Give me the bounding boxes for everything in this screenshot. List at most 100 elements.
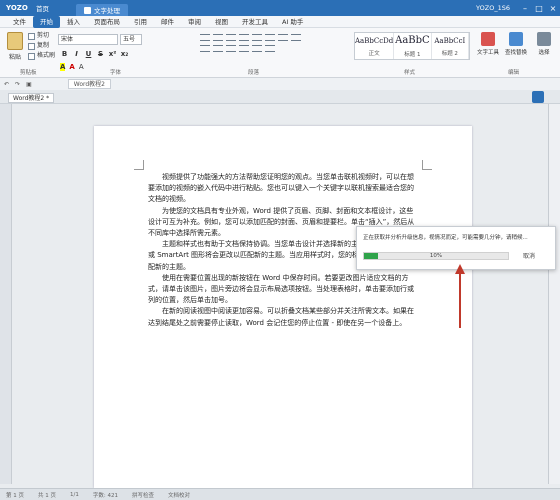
paste-button[interactable]: 粘贴 <box>4 32 26 61</box>
right-sidebar <box>548 104 560 484</box>
progress-text: 10% <box>429 253 443 259</box>
brush-icon <box>28 52 35 60</box>
status-proofing[interactable]: 文档校对 <box>168 491 190 499</box>
bullets-icon[interactable] <box>200 34 210 41</box>
justify-icon[interactable] <box>239 45 249 52</box>
copy-icon <box>28 42 35 50</box>
outdent-icon[interactable] <box>226 34 236 41</box>
undo-icon[interactable]: ↶ <box>4 81 9 88</box>
styles-gallery: AaBbCcDd 正文 AaBbC 标题 1 AaBbCcI 标题 2 <box>354 32 470 60</box>
status-page: 第 1 页 <box>6 492 24 499</box>
menu-ai[interactable]: AI 助手 <box>275 16 310 28</box>
group-editing: 编辑 <box>508 70 520 76</box>
bold-icon[interactable]: B <box>60 50 69 58</box>
distributed-icon[interactable] <box>252 45 262 52</box>
ribbon: 粘贴 剪切 复制 格式刷 宋体 五号 B I U S x² x₂ A A A A… <box>0 28 560 78</box>
group-clipboard: 剪贴板 <box>20 70 37 76</box>
document-icon <box>84 6 91 14</box>
home-tab[interactable]: 首页 <box>36 3 76 13</box>
shading-icon[interactable] <box>291 34 301 41</box>
app-logo: YOZO <box>6 4 28 12</box>
align-center-icon[interactable] <box>213 45 223 52</box>
dialog-message: 正在获取并分析升级信息，视情况而定，可能需要几分钟，请稍候... <box>363 235 528 241</box>
borders-icon[interactable] <box>278 34 288 41</box>
status-bar: 第 1 页 共 1 页 1/1 字数: 421 拼写检查 文档校对 <box>0 488 560 500</box>
annotation-arrow <box>455 264 465 328</box>
strikethrough-icon[interactable]: S <box>96 50 105 58</box>
minimize-icon[interactable]: – <box>518 4 532 13</box>
quick-doc-tab[interactable]: Word教程2 <box>67 79 111 89</box>
cut-button[interactable]: 剪切 <box>28 31 55 41</box>
color-row: A A A <box>60 63 84 71</box>
menu-file[interactable]: 文件 <box>6 16 33 28</box>
close-icon[interactable]: × <box>546 4 560 13</box>
clipboard-icon <box>7 32 23 50</box>
document-name-tab[interactable]: Word教程2 * <box>8 93 55 103</box>
find-replace-icon <box>509 32 523 46</box>
align-right-icon[interactable] <box>226 45 236 52</box>
format-row: B I U S x² x₂ <box>60 50 129 58</box>
group-paragraph: 段落 <box>248 70 260 76</box>
editing-tools: 文字工具 查找替换 选择 <box>476 32 556 56</box>
paragraph: 视频提供了功能强大的方法帮助您证明您的观点。当您单击联机视频时，可以在想要添加的… <box>148 173 414 204</box>
style-heading-1[interactable]: AaBbC 标题 1 <box>394 33 432 59</box>
highlight-icon[interactable]: A <box>60 63 66 71</box>
paragraph: 使用在需要位置出现的新按钮在 Word 中保存时间。若要更改图片适应文档的方式，… <box>148 273 414 305</box>
document-tab-bar: Word教程2 * <box>0 90 560 104</box>
cancel-button[interactable]: 取消 <box>523 251 535 260</box>
select-button[interactable]: 选择 <box>532 32 556 56</box>
text-tools-button[interactable]: 文字工具 <box>476 32 500 56</box>
cursor-icon <box>537 32 551 46</box>
quick-access-bar: ↶ ↷ ▣ Word教程2 <box>0 78 560 90</box>
title-bar: YOZO 首页 文字处理 YOZO_1S6 – □ × <box>0 0 560 16</box>
user-name[interactable]: YOZO_1S6 <box>476 4 510 12</box>
subscript-icon[interactable]: x₂ <box>120 50 129 58</box>
menu-review[interactable]: 审阅 <box>181 16 208 28</box>
document-tab-label: 文字处理 <box>94 7 120 15</box>
progress-bar: 10% <box>363 252 509 260</box>
menu-home[interactable]: 开始 <box>33 15 60 28</box>
menu-references[interactable]: 引用 <box>127 16 154 28</box>
maximize-icon[interactable]: □ <box>532 4 546 13</box>
paragraph-group <box>200 34 301 52</box>
menu-insert[interactable]: 插入 <box>60 16 87 28</box>
menu-developer[interactable]: 开发工具 <box>235 16 275 28</box>
superscript-icon[interactable]: x² <box>108 50 117 58</box>
menu-view[interactable]: 视图 <box>208 16 235 28</box>
vertical-ruler <box>0 104 12 484</box>
clear-format-icon[interactable]: A <box>79 63 84 71</box>
find-replace-button[interactable]: 查找替换 <box>504 32 528 56</box>
indent-icon[interactable] <box>239 34 249 41</box>
status-pages: 共 1 页 <box>38 492 56 499</box>
paragraph: 在新的阅读视图中阅读更加容易。可以折叠文档某些部分并关注所需文本。如果在达到结尾… <box>148 307 414 327</box>
document-page[interactable]: 视频提供了功能强大的方法帮助您证明您的观点。当您单击联机视频时，可以在想要添加的… <box>94 126 472 488</box>
italic-icon[interactable]: I <box>72 50 81 58</box>
font-name-select[interactable]: 宋体 <box>58 34 118 45</box>
scissors-icon <box>28 32 35 40</box>
clipboard-group: 剪切 复制 格式刷 <box>28 31 55 61</box>
group-font: 字体 <box>110 70 122 76</box>
location-pin-icon[interactable] <box>532 91 544 103</box>
numbering-icon[interactable] <box>213 34 223 41</box>
font-size-select[interactable]: 五号 <box>120 34 142 45</box>
menu-mailings[interactable]: 邮件 <box>154 16 181 28</box>
copy-button[interactable]: 复制 <box>28 41 55 51</box>
menu-layout[interactable]: 页面布局 <box>87 16 127 28</box>
document-tab[interactable]: 文字处理 <box>76 4 128 16</box>
underline-icon[interactable]: U <box>84 50 93 58</box>
style-heading-2[interactable]: AaBbCcI 标题 2 <box>432 33 470 59</box>
save-icon[interactable]: ▣ <box>26 81 32 88</box>
status-section: 1/1 <box>70 491 79 498</box>
text-tools-icon <box>481 32 495 46</box>
show-marks-icon[interactable] <box>265 34 275 41</box>
sort-icon[interactable] <box>252 34 262 41</box>
style-normal[interactable]: AaBbCcDd 正文 <box>355 33 395 59</box>
format-painter-button[interactable]: 格式刷 <box>28 51 55 61</box>
status-word-count: 字数: 421 <box>92 492 118 499</box>
align-left-icon[interactable] <box>200 45 210 52</box>
status-spell-check[interactable]: 拼写检查 <box>132 491 154 499</box>
font-color-icon[interactable]: A <box>69 63 74 71</box>
redo-icon[interactable]: ↷ <box>15 81 20 88</box>
line-spacing-icon[interactable] <box>265 45 275 52</box>
menu-bar: 文件 开始 插入 页面布局 引用 邮件 审阅 视图 开发工具 AI 助手 <box>0 15 560 28</box>
